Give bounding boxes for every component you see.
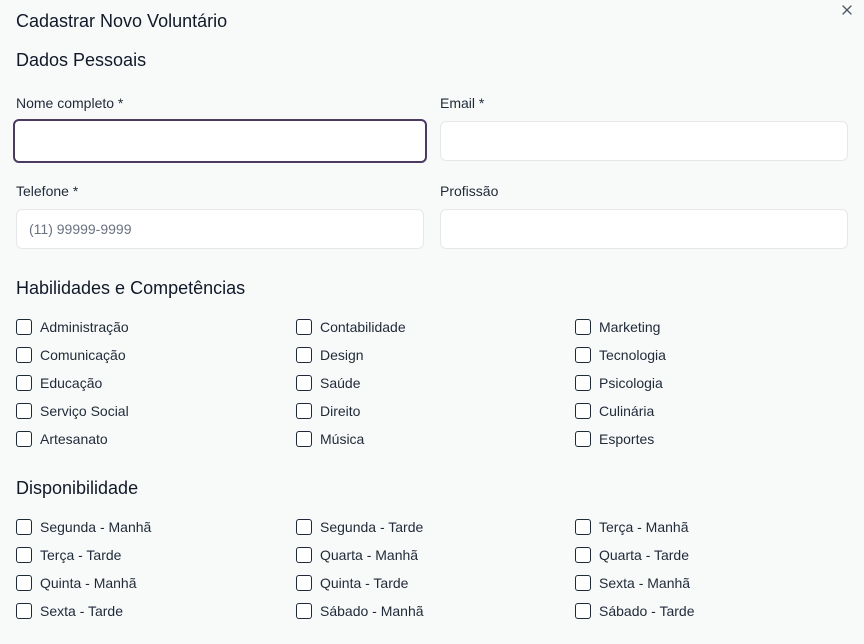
checkbox-icon[interactable] (296, 431, 312, 447)
checkbox-icon[interactable] (16, 603, 32, 619)
checkbox-icon[interactable] (575, 319, 591, 335)
availability-checkbox-quinta-manha[interactable]: Quinta - Manhã (16, 574, 137, 592)
checkbox-icon[interactable] (575, 603, 591, 619)
section-title-availability: Disponibilidade (16, 478, 139, 498)
skill-checkbox-label: Comunicação (40, 347, 126, 363)
skill-checkbox-direito[interactable]: Direito (296, 402, 360, 420)
skill-checkbox-culinaria[interactable]: Culinária (575, 402, 654, 420)
checkbox-icon[interactable] (575, 347, 591, 363)
skill-checkbox-label: Tecnologia (599, 347, 666, 363)
availability-checkbox-label: Sexta - Manhã (599, 575, 691, 591)
checkbox-icon[interactable] (16, 431, 32, 447)
availability-checkbox-sabado-tarde[interactable]: Sábado - Tarde (575, 602, 694, 620)
checkbox-icon[interactable] (575, 547, 591, 563)
checkbox-icon[interactable] (575, 575, 591, 591)
availability-checkbox-terca-manha[interactable]: Terça - Manhã (575, 518, 688, 536)
email-label: Email * (440, 95, 485, 111)
skill-checkbox-label: Educação (40, 375, 103, 391)
skill-checkbox-label: Culinária (599, 403, 655, 419)
checkbox-icon[interactable] (296, 319, 312, 335)
availability-checkbox-label: Quarta - Tarde (599, 547, 690, 563)
skill-checkbox-administracao[interactable]: Administração (16, 318, 129, 336)
section-title-personal: Dados Pessoais (16, 50, 147, 70)
skill-checkbox-educacao[interactable]: Educação (16, 374, 102, 392)
skill-checkbox-label: Contabilidade (320, 319, 406, 335)
skill-checkbox-label: Design (320, 347, 364, 363)
skill-checkbox-tecnologia[interactable]: Tecnologia (575, 346, 666, 364)
profession-input[interactable] (440, 209, 848, 249)
skill-checkbox-contabilidade[interactable]: Contabilidade (296, 318, 406, 336)
skill-checkbox-label: Administração (40, 319, 129, 335)
skill-checkbox-design[interactable]: Design (296, 346, 364, 364)
checkbox-icon[interactable] (575, 519, 591, 535)
skill-checkbox-label: Serviço Social (40, 403, 129, 419)
skill-checkbox-label: Música (320, 431, 365, 447)
skill-checkbox-servico-social[interactable]: Serviço Social (16, 402, 129, 420)
checkbox-icon[interactable] (575, 403, 591, 419)
checkbox-icon[interactable] (296, 375, 312, 391)
close-button[interactable] (839, 2, 855, 18)
checkbox-icon[interactable] (296, 575, 312, 591)
skill-checkbox-label: Saúde (320, 375, 361, 391)
availability-checkbox-label: Segunda - Tarde (320, 519, 424, 535)
availability-checkbox-label: Sexta - Tarde (40, 603, 124, 619)
skill-checkbox-esportes[interactable]: Esportes (575, 430, 654, 448)
availability-checkbox-sexta-tarde[interactable]: Sexta - Tarde (16, 602, 123, 620)
phone-input[interactable] (16, 209, 424, 249)
availability-checkbox-quarta-tarde[interactable]: Quarta - Tarde (575, 546, 689, 564)
phone-label: Telefone * (16, 183, 79, 199)
checkbox-icon[interactable] (296, 603, 312, 619)
skill-checkbox-label: Marketing (599, 319, 661, 335)
availability-checkbox-label: Sábado - Manhã (320, 603, 424, 619)
skill-checkbox-label: Psicologia (599, 375, 663, 391)
skill-checkbox-psicologia[interactable]: Psicologia (575, 374, 663, 392)
checkbox-icon[interactable] (16, 403, 32, 419)
availability-checkbox-quinta-tarde[interactable]: Quinta - Tarde (296, 574, 408, 592)
availability-checkbox-label: Terça - Manhã (599, 519, 689, 535)
profession-label: Profissão (440, 183, 499, 199)
skill-checkbox-saude[interactable]: Saúde (296, 374, 360, 392)
name-input[interactable] (13, 119, 427, 163)
checkbox-icon[interactable] (16, 519, 32, 535)
checkbox-icon[interactable] (16, 575, 32, 591)
availability-checkbox-quarta-manha[interactable]: Quarta - Manhã (296, 546, 418, 564)
name-label: Nome completo * (16, 95, 124, 111)
availability-checkbox-sabado-manha[interactable]: Sábado - Manhã (296, 602, 424, 620)
checkbox-icon[interactable] (16, 319, 32, 335)
skill-checkbox-comunicacao[interactable]: Comunicação (16, 346, 126, 364)
volunteer-dialog: Cadastrar Novo Voluntário Dados Pessoais… (0, 0, 864, 644)
skill-checkbox-artesanato[interactable]: Artesanato (16, 430, 108, 448)
checkbox-icon[interactable] (296, 403, 312, 419)
availability-checkbox-sexta-manha[interactable]: Sexta - Manhã (575, 574, 690, 592)
availability-checkbox-terca-tarde[interactable]: Terça - Tarde (16, 546, 121, 564)
skill-checkbox-label: Direito (320, 403, 361, 419)
checkbox-icon[interactable] (16, 547, 32, 563)
skill-checkbox-marketing[interactable]: Marketing (575, 318, 660, 336)
checkbox-icon[interactable] (296, 547, 312, 563)
availability-checkbox-label: Quinta - Manhã (40, 575, 137, 591)
availability-checkbox-segunda-tarde[interactable]: Segunda - Tarde (296, 518, 423, 536)
availability-checkbox-segunda-manha[interactable]: Segunda - Manhã (16, 518, 151, 536)
checkbox-icon[interactable] (16, 347, 32, 363)
availability-checkbox-label: Sábado - Tarde (599, 603, 695, 619)
checkbox-icon[interactable] (575, 375, 591, 391)
checkbox-icon[interactable] (575, 431, 591, 447)
availability-checkbox-label: Quinta - Tarde (320, 575, 409, 591)
availability-checkbox-label: Quarta - Manhã (320, 547, 419, 563)
section-title-skills: Habilidades e Competências (16, 278, 246, 298)
dialog-title: Cadastrar Novo Voluntário (16, 11, 228, 31)
availability-checkbox-label: Segunda - Manhã (40, 519, 152, 535)
checkbox-icon[interactable] (296, 347, 312, 363)
skill-checkbox-label: Esportes (599, 431, 655, 447)
skill-checkbox-label: Artesanato (40, 431, 108, 447)
checkbox-icon[interactable] (16, 375, 32, 391)
availability-checkbox-label: Terça - Tarde (40, 547, 122, 563)
email-input[interactable] (440, 121, 848, 161)
close-icon (842, 5, 852, 15)
skill-checkbox-musica[interactable]: Música (296, 430, 364, 448)
checkbox-icon[interactable] (296, 519, 312, 535)
